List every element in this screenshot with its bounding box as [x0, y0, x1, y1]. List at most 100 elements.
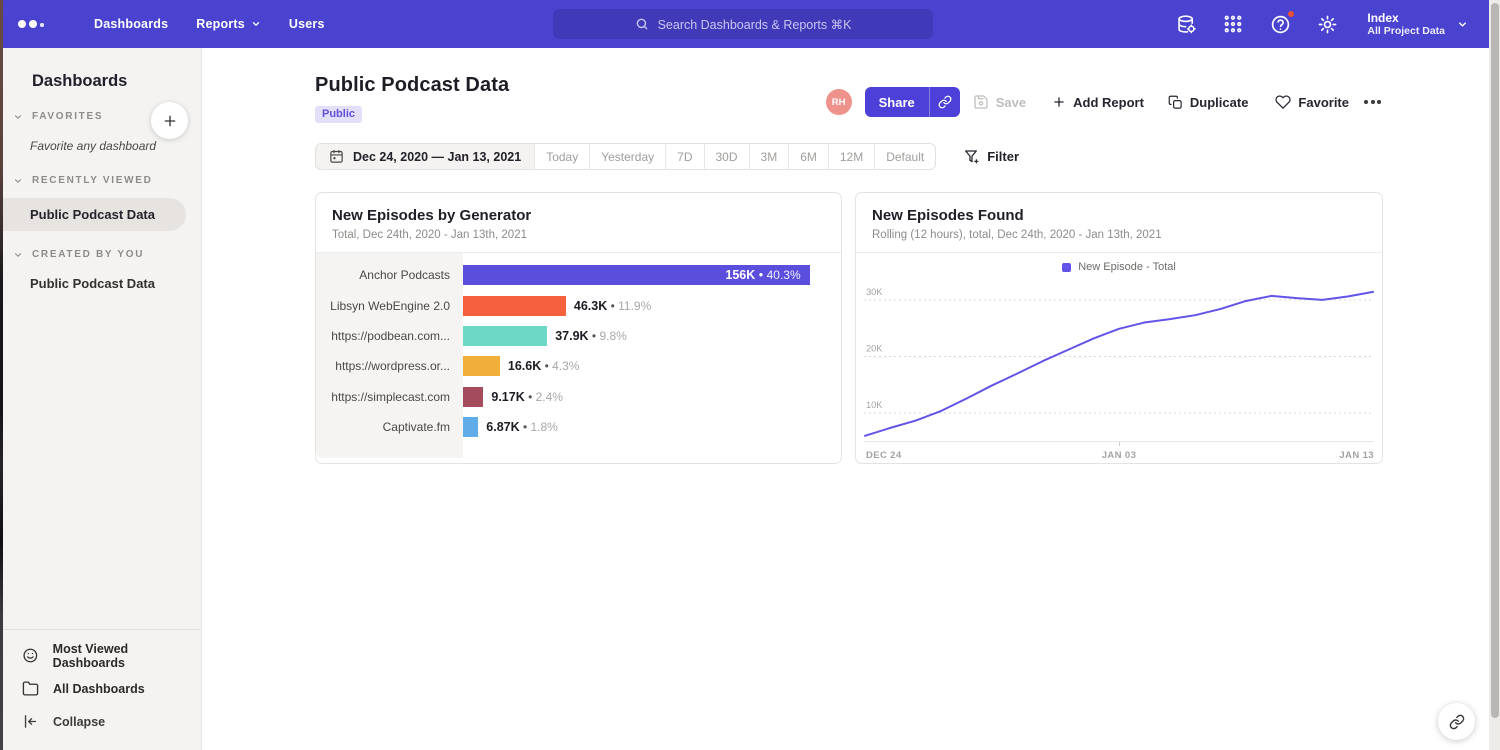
line-chart: 10K20K30K: [864, 279, 1374, 442]
legend-label: New Episode - Total: [1078, 261, 1176, 273]
filter-button[interactable]: Filter: [963, 149, 1019, 165]
section-label: RECENTLY VIEWED: [32, 175, 153, 186]
bar-category-label: Libsyn WebEngine 2.0: [316, 299, 463, 313]
card-subtitle: Rolling (12 hours), total, Dec 24th, 202…: [872, 229, 1366, 241]
share-link-fab[interactable]: [1438, 703, 1475, 740]
bar-row: Captivate.fm 6.87K • 1.8%: [316, 412, 841, 442]
more-options-button[interactable]: [1362, 96, 1383, 108]
x-axis-labels: DEC 24 JAN 03 JAN 13: [864, 442, 1374, 465]
date-preset-today[interactable]: Today: [534, 144, 589, 169]
report-cards: New Episodes by Generator Total, Dec 24t…: [315, 192, 1383, 464]
bar-zone: 9.17K • 2.4%: [463, 387, 841, 407]
collapse-label: Collapse: [53, 715, 105, 729]
bar-value-label: 6.87K • 1.8%: [486, 420, 558, 434]
date-preset-6m[interactable]: 6M: [788, 144, 828, 169]
visibility-badge: Public: [315, 106, 362, 123]
app-logo-icon[interactable]: [18, 20, 52, 28]
duplicate-button[interactable]: Duplicate: [1168, 95, 1249, 110]
plus-icon: [162, 113, 178, 129]
search-input[interactable]: Search Dashboards & Reports ⌘K: [553, 9, 933, 39]
collapse-sidebar-button[interactable]: Collapse: [0, 705, 201, 738]
sidebar-item-public-podcast-data-recent[interactable]: Public Podcast Data: [0, 198, 186, 231]
all-dashboards-label: All Dashboards: [53, 682, 145, 696]
nav-dashboards[interactable]: Dashboards: [94, 17, 168, 31]
date-preset-3m[interactable]: 3M: [749, 144, 789, 169]
scrollbar-thumb[interactable]: [1491, 3, 1499, 718]
save-button[interactable]: Save: [973, 94, 1026, 110]
sidebar: Dashboards FAVORITES Favorite any dashbo…: [0, 48, 202, 750]
bar: [463, 387, 483, 407]
card-header: New Episodes by Generator Total, Dec 24t…: [316, 193, 841, 253]
bar: [463, 296, 566, 316]
section-label: FAVORITES: [32, 111, 103, 122]
nav-users[interactable]: Users: [289, 17, 325, 31]
date-preset-7d[interactable]: 7D: [665, 144, 703, 169]
date-preset-12m[interactable]: 12M: [828, 144, 874, 169]
bar-category-label: https://wordpress.or...: [316, 359, 463, 373]
page-actions: RH Share Save Add Report: [826, 87, 1383, 117]
folder-icon: [22, 680, 39, 697]
topbar-actions: Index All Project Data: [1175, 0, 1468, 48]
settings-gear-icon[interactable]: [1316, 13, 1338, 35]
topbar: Dashboards Reports Users Search Dashboar…: [0, 0, 1500, 48]
workspace-name: Index: [1367, 11, 1445, 25]
axis-tick: [1119, 442, 1120, 446]
sidebar-title: Dashboards: [0, 48, 201, 91]
data-sources-icon[interactable]: [1175, 13, 1197, 35]
y-tick-label: 30K: [866, 287, 883, 297]
workspace-switcher[interactable]: Index All Project Data: [1367, 11, 1468, 38]
avatar[interactable]: RH: [826, 89, 852, 115]
plus-icon: [1052, 95, 1066, 109]
bar-value-label: 16.6K • 4.3%: [508, 359, 580, 373]
chart-legend: New Episode - Total: [856, 255, 1382, 279]
all-dashboards-button[interactable]: All Dashboards: [0, 672, 201, 705]
search-placeholder: Search Dashboards & Reports ⌘K: [658, 17, 852, 32]
y-tick-label: 20K: [866, 343, 883, 353]
section-header-created-by-you[interactable]: CREATED BY YOU: [0, 249, 201, 260]
duplicate-icon: [1168, 95, 1183, 110]
filter-funnel-icon: [963, 149, 979, 165]
section-header-recently-viewed[interactable]: RECENTLY VIEWED: [0, 175, 201, 186]
add-report-button[interactable]: Add Report: [1052, 95, 1144, 110]
date-range-group: Dec 24, 2020 — Jan 13, 2021 TodayYesterd…: [315, 143, 936, 170]
bar-category-label: Captivate.fm: [316, 420, 463, 434]
chevron-down-icon: [1457, 19, 1468, 30]
page-scrollbar: [1489, 0, 1500, 750]
date-preset-default[interactable]: Default: [874, 144, 935, 169]
date-preset-yesterday[interactable]: Yesterday: [589, 144, 665, 169]
page-header: Public Podcast Data Public RH Share Sa: [315, 74, 1383, 123]
sidebar-item-public-podcast-data-created[interactable]: Public Podcast Data: [0, 276, 201, 291]
bar-value-label: 37.9K • 9.8%: [555, 329, 627, 343]
notification-badge: [1287, 10, 1295, 18]
card-title: New Episodes Found: [872, 207, 1366, 224]
bar-row: https://podbean.com...37.9K • 9.8%: [316, 321, 841, 351]
bar-value-label: 46.3K • 11.9%: [574, 299, 651, 313]
add-dashboard-button[interactable]: [151, 102, 188, 139]
main-content: Public Podcast Data Public RH Share Sa: [202, 48, 1500, 750]
bar: [463, 417, 478, 437]
bar-row: https://simplecast.com9.17K • 2.4%: [316, 382, 841, 412]
heart-icon: [1275, 94, 1291, 110]
favorite-button[interactable]: Favorite: [1275, 94, 1349, 110]
nav-reports[interactable]: Reports: [196, 17, 261, 31]
save-icon: [973, 94, 989, 110]
date-preset-30d[interactable]: 30D: [704, 144, 749, 169]
add-report-label: Add Report: [1073, 95, 1144, 110]
bar-chart: Anchor Podcasts156K • 40.3%Libsyn WebEng…: [316, 253, 841, 458]
workspace-subtitle: All Project Data: [1367, 25, 1445, 38]
bar-zone: 37.9K • 9.8%: [463, 326, 841, 346]
most-viewed-dashboards-button[interactable]: Most Viewed Dashboards: [0, 639, 201, 672]
top-navigation: Dashboards Reports Users: [66, 17, 325, 31]
apps-grid-icon[interactable]: [1222, 13, 1244, 35]
link-icon: [1449, 714, 1465, 730]
share-button[interactable]: Share: [865, 87, 960, 117]
copy-link-button[interactable]: [930, 87, 960, 117]
date-range-picker[interactable]: Dec 24, 2020 — Jan 13, 2021: [316, 144, 534, 169]
date-range-value: Dec 24, 2020 — Jan 13, 2021: [353, 150, 521, 164]
chevron-down-icon: [13, 176, 23, 186]
favorite-label: Favorite: [1298, 95, 1349, 110]
help-icon[interactable]: [1269, 13, 1291, 35]
bar-zone: 156K • 40.3%: [463, 265, 841, 285]
sidebar-section-created-by-you: CREATED BY YOU Public Podcast Data: [0, 249, 201, 291]
link-icon: [938, 95, 952, 109]
